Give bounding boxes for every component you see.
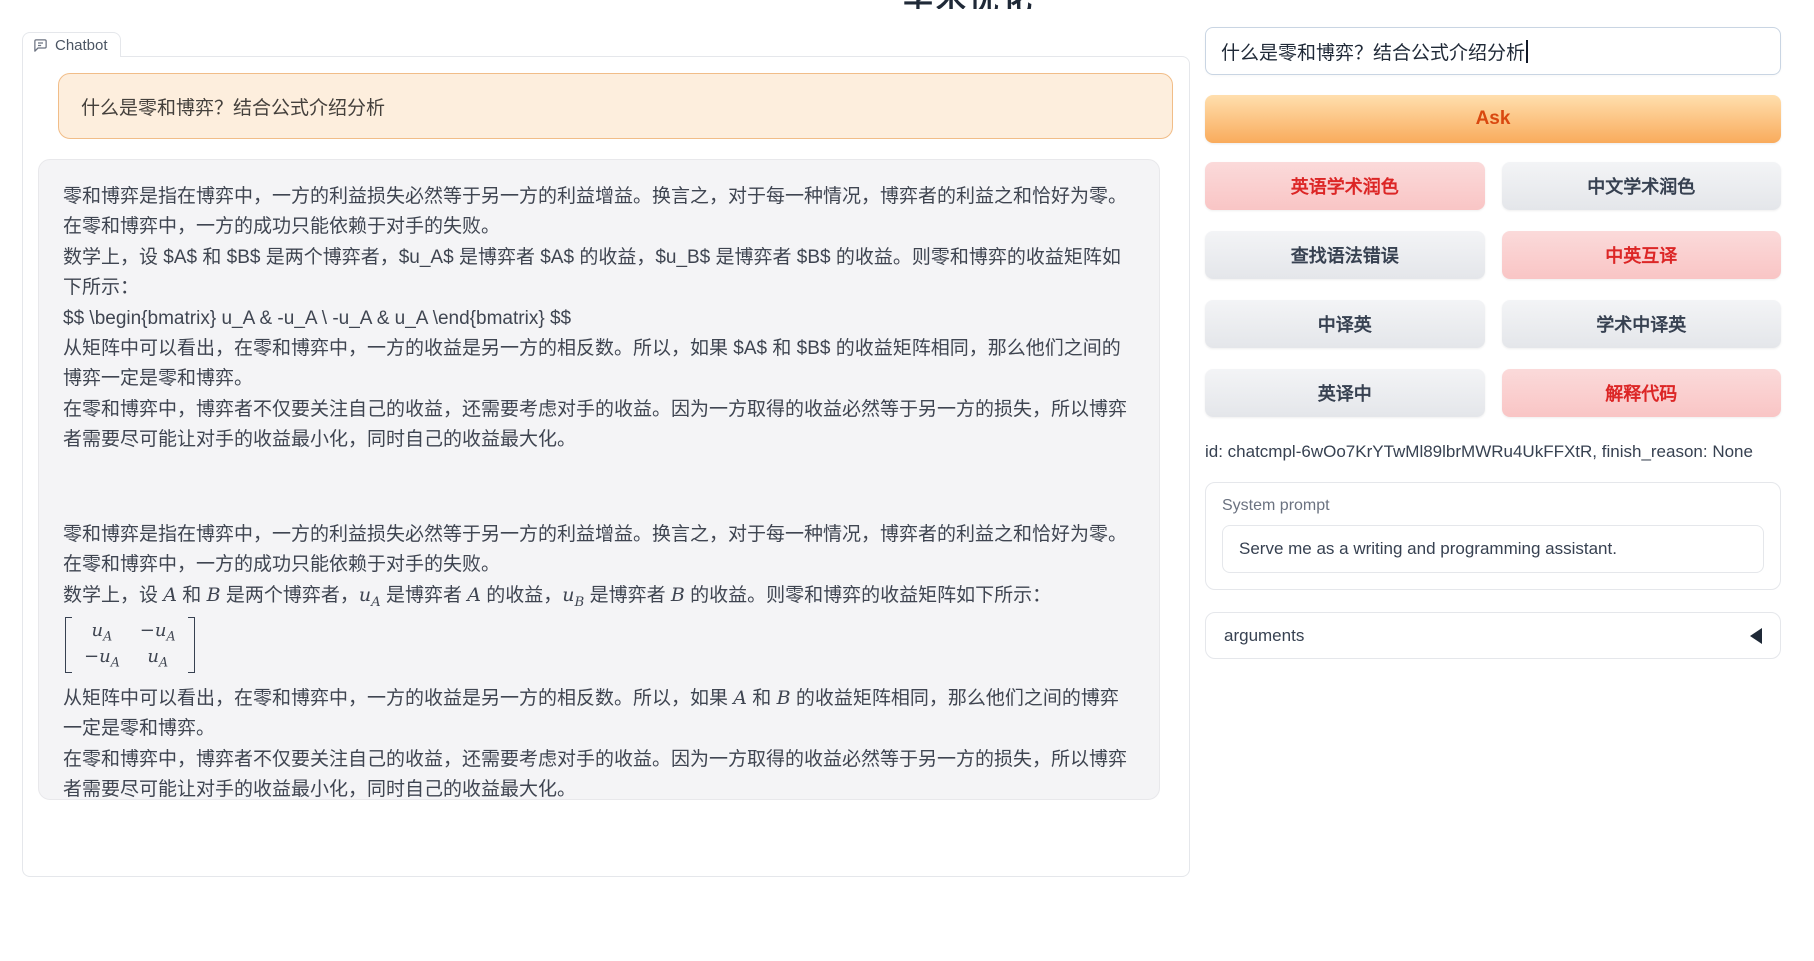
quick-buttons-grid: 英语学术润色中文学术润色查找语法错误中英互译中译英学术中译英英译中解释代码	[1205, 162, 1781, 417]
chat-bubble-icon	[33, 38, 48, 53]
quick-button-chinese-academic-polish[interactable]: 中文学术润色	[1502, 162, 1782, 210]
chatbot-panel: 什么是零和博弈？结合公式介绍分析 零和博弈是指在博弈中，一方的利益损失必然等于另…	[22, 56, 1190, 877]
quick-button-academic-zh-to-en[interactable]: 学术中译英	[1502, 300, 1782, 348]
quick-button-zh-to-en[interactable]: 中译英	[1205, 300, 1485, 348]
arguments-accordion[interactable]: arguments	[1205, 612, 1781, 659]
inline-math: uA	[359, 584, 381, 606]
quick-button-english-academic-polish[interactable]: 英语学术润色	[1205, 162, 1485, 210]
system-prompt-value: Serve me as a writing and programming as…	[1239, 539, 1617, 559]
quick-button-zh-en-mutual-translate[interactable]: 中英互译	[1502, 231, 1782, 279]
inline-math: B	[777, 687, 791, 709]
inline-math: uB	[562, 584, 584, 606]
chatbot-label: Chatbot	[55, 37, 108, 54]
response-meta: id: chatcmpl-6wOo7KrYTwMl89lbrMWRu4UkFFX…	[1205, 442, 1781, 462]
bot-paragraph-rendered: 从矩阵中可以看出，在零和博弈中，一方的收益是另一方的相反数。所以，如果 A 和 …	[63, 683, 1135, 745]
bot-paragraph-rendered: 零和博弈是指在博弈中，一方的利益损失必然等于另一方的利益增益。换言之，对于每一种…	[63, 520, 1135, 581]
question-input[interactable]: 什么是零和博弈？结合公式介绍分析	[1205, 27, 1781, 75]
bot-message-bubble: 零和博弈是指在博弈中，一方的利益损失必然等于另一方的利益增益。换言之，对于每一种…	[38, 159, 1160, 800]
bot-paragraph-rendered: 在零和博弈中，博弈者不仅要关注自己的收益，还需要考虑对手的收益。因为一方取得的收…	[63, 745, 1135, 806]
bot-message-rendered-section: 零和博弈是指在博弈中，一方的利益损失必然等于另一方的利益增益。换言之，对于每一种…	[63, 520, 1135, 806]
inline-math: A	[467, 584, 481, 606]
section-gap	[63, 456, 1135, 520]
quick-button-find-grammar-errors[interactable]: 查找语法错误	[1205, 231, 1485, 279]
text-caret	[1526, 40, 1528, 63]
inline-math: B	[671, 584, 685, 606]
bot-message-raw-section: 零和博弈是指在博弈中，一方的利益损失必然等于另一方的利益增益。换言之，对于每一种…	[63, 182, 1135, 456]
bot-paragraph-raw: $$ \begin{bmatrix} u_A & -u_A \ -u_A & u…	[63, 304, 1135, 334]
inline-math: B	[207, 584, 221, 606]
system-prompt-card: System prompt Serve me as a writing and …	[1205, 482, 1781, 590]
payoff-matrix: uA−uA−uAuA	[65, 617, 195, 672]
page-title-clipped: 学术优化	[903, 0, 1063, 9]
bot-paragraph-rendered: uA−uA−uAuA	[63, 613, 1135, 683]
quick-button-explain-code[interactable]: 解释代码	[1502, 369, 1782, 417]
quick-button-en-to-zh[interactable]: 英译中	[1205, 369, 1485, 417]
system-prompt-input[interactable]: Serve me as a writing and programming as…	[1222, 525, 1764, 573]
bot-paragraph-rendered: 数学上，设 A 和 B 是两个博弈者，uA 是博弈者 A 的收益，uB 是博弈者…	[63, 580, 1135, 613]
control-column: 什么是零和博弈？结合公式介绍分析 Ask 英语学术润色中文学术润色查找语法错误中…	[1205, 27, 1781, 659]
ask-button[interactable]: Ask	[1205, 95, 1781, 143]
system-prompt-label: System prompt	[1222, 497, 1764, 515]
chatbot-label-chip: Chatbot	[22, 32, 121, 57]
bot-paragraph-raw: 数学上，设 $A$ 和 $B$ 是两个博弈者，$u_A$ 是博弈者 $A$ 的收…	[63, 243, 1135, 304]
bot-paragraph-raw: 在零和博弈中，博弈者不仅要关注自己的收益，还需要考虑对手的收益。因为一方取得的收…	[63, 395, 1135, 456]
inline-math: A	[733, 687, 747, 709]
page-title-text: 学术优化	[903, 0, 1063, 9]
question-input-value: 什么是零和博弈？结合公式介绍分析	[1221, 38, 1525, 65]
user-message-bubble: 什么是零和博弈？结合公式介绍分析	[58, 73, 1173, 139]
accordion-collapsed-caret-icon	[1750, 628, 1762, 644]
accordion-label: arguments	[1224, 626, 1304, 646]
inline-math: A	[163, 584, 177, 606]
bot-paragraph-raw: 从矩阵中可以看出，在零和博弈中，一方的收益是另一方的相反数。所以，如果 $A$ …	[63, 334, 1135, 395]
bot-paragraph-raw: 零和博弈是指在博弈中，一方的利益损失必然等于另一方的利益增益。换言之，对于每一种…	[63, 182, 1135, 243]
user-message-text: 什么是零和博弈？结合公式介绍分析	[81, 93, 385, 120]
